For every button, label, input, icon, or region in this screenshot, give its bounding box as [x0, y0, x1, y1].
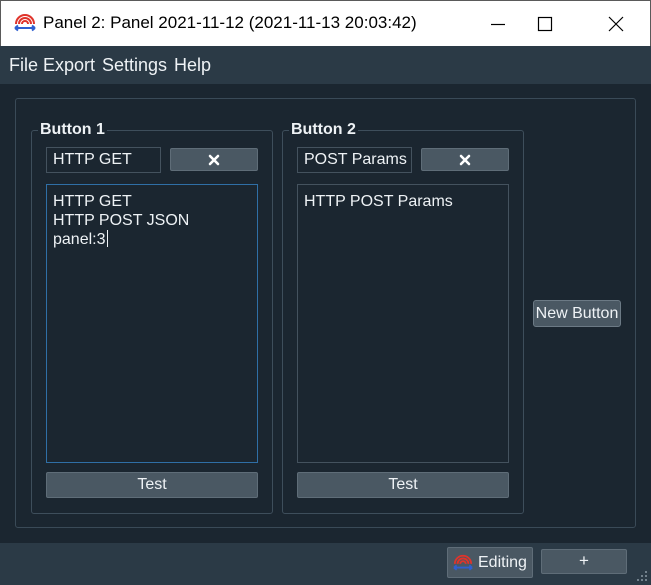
button-2-title: Button 2	[289, 121, 358, 139]
radio-broadcast-icon	[14, 14, 36, 32]
button-1-name-field[interactable]: HTTP GET	[46, 147, 161, 173]
close-icon	[608, 16, 624, 31]
heavy-x-icon	[459, 154, 471, 165]
maximize-icon	[537, 16, 553, 31]
button-1-script-editor[interactable]: HTTP GET HTTP POST JSON panel:3	[46, 184, 258, 463]
script-line: HTTP GET	[53, 193, 132, 210]
script-line-with-caret: panel:3	[53, 230, 251, 249]
new-button[interactable]: New Button	[533, 300, 621, 327]
editing-label: Editing	[478, 553, 527, 571]
maximize-button[interactable]	[522, 1, 568, 46]
script-line: HTTP POST JSON	[53, 212, 190, 229]
close-button[interactable]	[593, 1, 639, 46]
menu-help[interactable]: Help	[174, 55, 211, 76]
button-1-delete-button[interactable]	[170, 148, 258, 171]
script-line: HTTP POST Params	[304, 193, 453, 210]
resize-grip-icon[interactable]	[635, 569, 649, 583]
title-bar: Panel 2: Panel 2021-11-12 (2021-11-13 20…	[0, 0, 651, 46]
button-2-test-button[interactable]: Test	[297, 472, 509, 498]
text-caret	[106, 230, 108, 247]
menu-bar: File Export Settings Help	[0, 46, 651, 84]
status-bar: Editing +	[0, 543, 651, 585]
button-1-test-button[interactable]: Test	[46, 472, 258, 498]
button-2-delete-button[interactable]	[421, 148, 509, 171]
button-2-script-editor[interactable]: HTTP POST Params	[297, 184, 509, 463]
button-2-name-field[interactable]: POST Params	[297, 147, 412, 173]
heavy-x-icon	[208, 154, 220, 165]
window-title: Panel 2: Panel 2021-11-12 (2021-11-13 20…	[43, 13, 417, 32]
add-panel-button[interactable]: +	[541, 549, 627, 574]
minimize-icon	[491, 23, 505, 25]
script-line-text: panel:3	[53, 231, 106, 248]
minimize-button[interactable]	[475, 1, 521, 46]
button-1-title: Button 1	[38, 121, 107, 139]
menu-settings[interactable]: Settings	[102, 55, 167, 76]
menu-export[interactable]: Export	[43, 55, 95, 76]
radio-broadcast-icon	[453, 554, 473, 571]
editing-toggle-button[interactable]: Editing	[447, 547, 533, 578]
menu-file[interactable]: File	[9, 55, 38, 76]
